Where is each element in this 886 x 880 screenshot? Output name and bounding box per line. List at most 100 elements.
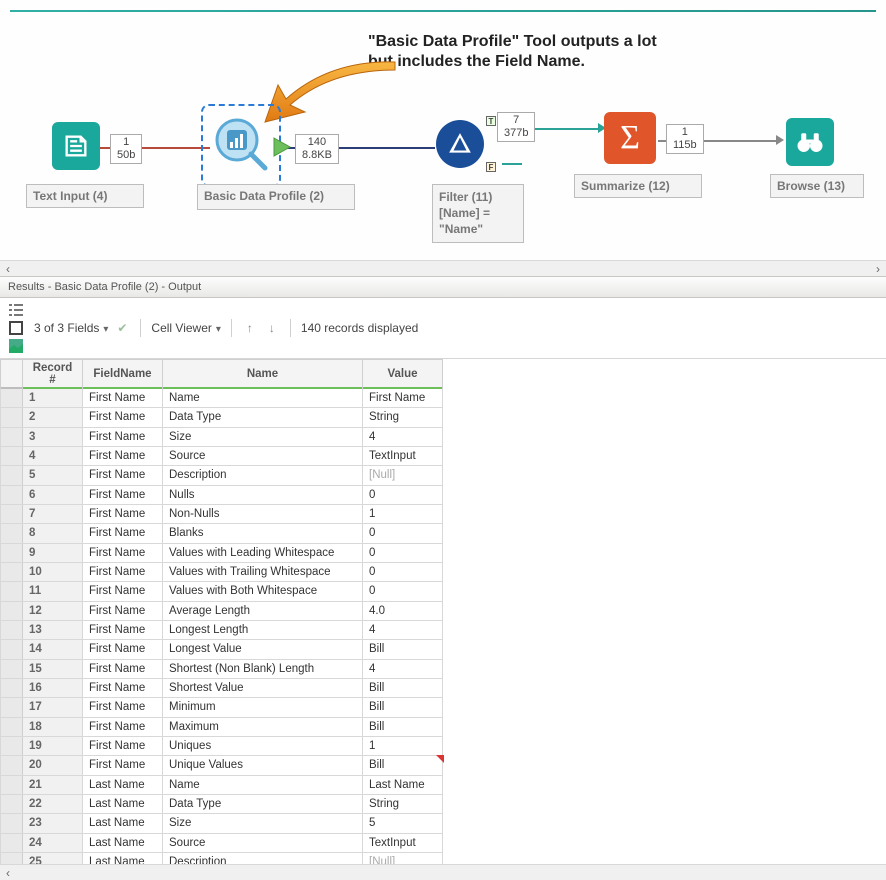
table-row[interactable]: 13First NameLongest Length4 (1, 620, 443, 639)
table-row[interactable]: 18First NameMaximumBill (1, 717, 443, 736)
cell-value[interactable]: Bill (363, 756, 443, 775)
cell-name[interactable]: Source (163, 446, 363, 465)
cell-value[interactable]: [Null] (363, 466, 443, 485)
cell-name[interactable]: Shortest (Non Blank) Length (163, 659, 363, 678)
cell-value[interactable]: 4.0 (363, 601, 443, 620)
col-record[interactable]: Record # (23, 360, 83, 389)
scroll-left-icon[interactable]: ‹ (0, 261, 16, 277)
table-row[interactable]: 7First NameNon-Nulls1 (1, 504, 443, 523)
cell-fieldname[interactable]: First Name (83, 601, 163, 620)
table-row[interactable]: 16First NameShortest ValueBill (1, 678, 443, 697)
table-row[interactable]: 9First NameValues with Leading Whitespac… (1, 543, 443, 562)
cell-name[interactable]: Values with Leading Whitespace (163, 543, 363, 562)
table-row[interactable]: 10First NameValues with Trailing Whitesp… (1, 562, 443, 581)
cell-name[interactable]: Nulls (163, 485, 363, 504)
cell-name[interactable]: Longest Length (163, 620, 363, 639)
cell-fieldname[interactable]: Last Name (83, 833, 163, 852)
cell-name[interactable]: Minimum (163, 698, 363, 717)
cell-value[interactable]: 5 (363, 814, 443, 833)
cell-name[interactable]: Name (163, 389, 363, 408)
results-scrollbar-horizontal[interactable]: ‹ (0, 864, 886, 880)
cell-name[interactable]: Data Type (163, 408, 363, 427)
table-row[interactable]: 4First NameSourceTextInput (1, 446, 443, 465)
table-row[interactable]: 8First NameBlanks0 (1, 524, 443, 543)
cell-value[interactable]: 1 (363, 736, 443, 755)
cell-name[interactable]: Average Length (163, 601, 363, 620)
cell-value[interactable]: 0 (363, 582, 443, 601)
cell-fieldname[interactable]: First Name (83, 466, 163, 485)
table-row[interactable]: 3First NameSize4 (1, 427, 443, 446)
cell-fieldname[interactable]: First Name (83, 446, 163, 465)
cell-value[interactable]: Last Name (363, 775, 443, 794)
check-icon[interactable]: ✔ (114, 320, 130, 336)
table-row[interactable]: 20First NameUnique ValuesBill (1, 756, 443, 775)
tool-text-input[interactable] (52, 122, 100, 170)
cell-name[interactable]: Data Type (163, 794, 363, 813)
cell-value[interactable]: 1 (363, 504, 443, 523)
tool-basic-data-profile[interactable] (205, 108, 277, 183)
cell-name[interactable]: Description (163, 466, 363, 485)
table-row[interactable]: 11First NameValues with Both Whitespace0 (1, 582, 443, 601)
cell-name[interactable]: Unique Values (163, 756, 363, 775)
cell-fieldname[interactable]: First Name (83, 524, 163, 543)
tool-browse[interactable] (786, 118, 834, 166)
cell-fieldname[interactable]: First Name (83, 504, 163, 523)
cell-fieldname[interactable]: First Name (83, 582, 163, 601)
cell-fieldname[interactable]: First Name (83, 659, 163, 678)
table-row[interactable]: 15First NameShortest (Non Blank) Length4 (1, 659, 443, 678)
cell-fieldname[interactable]: Last Name (83, 775, 163, 794)
cell-value[interactable]: Bill (363, 640, 443, 659)
cell-name[interactable]: Name (163, 775, 363, 794)
workflow-canvas[interactable]: "Basic Data Profile" Tool outputs a lot … (0, 0, 886, 260)
cell-value[interactable]: 0 (363, 562, 443, 581)
cell-fieldname[interactable]: First Name (83, 640, 163, 659)
scroll-right-icon[interactable]: › (870, 261, 886, 277)
cell-name[interactable]: Size (163, 814, 363, 833)
table-row[interactable]: 24Last NameSourceTextInput (1, 833, 443, 852)
cell-fieldname[interactable]: Last Name (83, 794, 163, 813)
cell-fieldname[interactable]: First Name (83, 562, 163, 581)
cell-fieldname[interactable]: First Name (83, 678, 163, 697)
table-row[interactable]: 5First NameDescription[Null] (1, 466, 443, 485)
list-icon[interactable] (8, 302, 24, 318)
cell-name[interactable]: Shortest Value (163, 678, 363, 697)
table-row[interactable]: 12First NameAverage Length4.0 (1, 601, 443, 620)
cell-fieldname[interactable]: First Name (83, 736, 163, 755)
table-row[interactable]: 2First NameData TypeString (1, 408, 443, 427)
table-row[interactable]: 14First NameLongest ValueBill (1, 640, 443, 659)
cell-value[interactable]: Bill (363, 717, 443, 736)
cell-value[interactable]: TextInput (363, 833, 443, 852)
table-row[interactable]: 19First NameUniques1 (1, 736, 443, 755)
cell-value[interactable]: String (363, 408, 443, 427)
fields-dropdown[interactable]: 3 of 3 Fields (34, 321, 108, 335)
scroll-left-icon[interactable]: ‹ (0, 865, 16, 880)
table-row[interactable]: 17First NameMinimumBill (1, 698, 443, 717)
cell-name[interactable]: Maximum (163, 717, 363, 736)
tool-summarize[interactable]: Σ (604, 112, 656, 164)
table-row[interactable]: 22Last NameData TypeString (1, 794, 443, 813)
cell-fieldname[interactable]: First Name (83, 485, 163, 504)
col-value[interactable]: Value (363, 360, 443, 389)
cell-value[interactable]: 0 (363, 485, 443, 504)
cell-fieldname[interactable]: First Name (83, 756, 163, 775)
cell-value[interactable]: 4 (363, 427, 443, 446)
cell-fieldname[interactable]: First Name (83, 698, 163, 717)
cell-fieldname[interactable]: First Name (83, 543, 163, 562)
cell-value[interactable]: Bill (363, 678, 443, 697)
cell-name[interactable]: Uniques (163, 736, 363, 755)
sort-desc-icon[interactable]: ↓ (264, 320, 280, 336)
cell-value[interactable]: 4 (363, 659, 443, 678)
cell-fieldname[interactable]: First Name (83, 620, 163, 639)
cell-fieldname[interactable]: First Name (83, 717, 163, 736)
cell-fieldname[interactable]: First Name (83, 427, 163, 446)
col-fieldname[interactable]: FieldName (83, 360, 163, 389)
table-row[interactable]: 23Last NameSize5 (1, 814, 443, 833)
sort-asc-icon[interactable]: ↑ (242, 320, 258, 336)
map-icon[interactable] (8, 338, 24, 354)
cell-value[interactable]: 0 (363, 524, 443, 543)
cell-value[interactable]: 0 (363, 543, 443, 562)
cell-value[interactable]: String (363, 794, 443, 813)
col-name[interactable]: Name (163, 360, 363, 389)
table-row[interactable]: 21Last NameNameLast Name (1, 775, 443, 794)
cell-value[interactable]: 4 (363, 620, 443, 639)
